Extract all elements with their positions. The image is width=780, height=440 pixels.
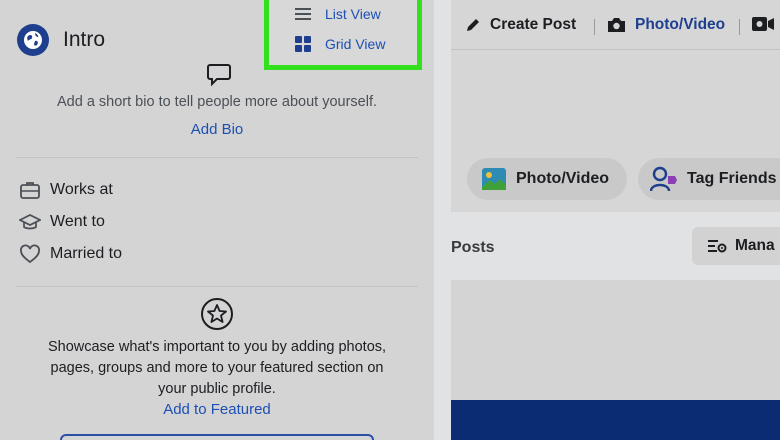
post-cover-band xyxy=(451,400,780,440)
camera-icon xyxy=(607,17,626,33)
create-post-card: Create Post Photo/Video Photo/Video Tag … xyxy=(451,0,780,212)
graduation-cap-icon xyxy=(18,211,42,233)
photo-video-pill[interactable]: Photo/Video xyxy=(467,158,627,200)
pill-label: Photo/Video xyxy=(516,170,610,187)
grid-icon xyxy=(293,35,313,53)
tab-photo-video[interactable]: Photo/Video xyxy=(607,16,725,34)
tab-separator xyxy=(739,19,740,35)
tab-label: Create Post xyxy=(490,16,577,33)
edit-details-button[interactable] xyxy=(60,434,374,440)
post-preview xyxy=(451,280,780,440)
briefcase-icon xyxy=(18,179,42,201)
intro-header: Intro xyxy=(17,24,105,56)
featured-line: pages, groups and more to your featured … xyxy=(50,360,384,376)
manage-label: Mana xyxy=(735,237,775,254)
list-icon xyxy=(293,5,313,23)
tab-create-post[interactable]: Create Post xyxy=(465,16,576,34)
featured-description: Showcase what's important to you by addi… xyxy=(0,337,434,400)
tab-label: Photo/Video xyxy=(635,16,726,33)
heart-icon xyxy=(18,243,42,265)
posts-title: Posts xyxy=(451,239,495,256)
intro-title: Intro xyxy=(63,28,106,51)
featured-line: your public profile. xyxy=(158,381,276,397)
divider xyxy=(16,286,418,287)
tag-friends-icon xyxy=(650,166,678,192)
globe-icon xyxy=(17,24,49,56)
detail-label: Married to xyxy=(50,245,123,262)
detail-label: Works at xyxy=(50,181,113,198)
tab-separator xyxy=(594,19,595,35)
bio-prompt: Add a short bio to tell people more abou… xyxy=(57,94,377,110)
detail-married-to[interactable]: Married to xyxy=(18,243,122,265)
detail-works-at[interactable]: Works at xyxy=(18,179,113,201)
manage-settings-icon xyxy=(707,238,727,254)
grid-view-option[interactable]: Grid View xyxy=(293,35,385,53)
detail-label: Went to xyxy=(50,213,105,230)
pencil-icon xyxy=(465,17,481,33)
star-icon xyxy=(200,297,234,336)
divider xyxy=(16,157,418,158)
pill-label: Tag Friends xyxy=(687,170,777,187)
tag-friends-pill[interactable]: Tag Friends xyxy=(638,158,780,200)
featured-line: Showcase what's important to you by addi… xyxy=(47,339,387,355)
list-view-label: List View xyxy=(325,6,381,22)
add-bio-link[interactable]: Add Bio xyxy=(0,121,434,138)
speech-bubble-icon xyxy=(206,62,232,93)
view-options-menu: List View Grid View xyxy=(264,0,422,70)
composer-tabs: Create Post Photo/Video xyxy=(451,0,780,50)
video-camera-icon xyxy=(751,16,775,32)
posts-header: Posts Mana xyxy=(451,222,780,272)
add-to-featured-link[interactable]: Add to Featured xyxy=(0,401,434,418)
list-view-option[interactable]: List View xyxy=(293,5,381,23)
grid-view-label: Grid View xyxy=(325,36,386,52)
tab-live-video[interactable] xyxy=(751,16,775,32)
manage-posts-button[interactable]: Mana xyxy=(692,227,780,265)
detail-went-to[interactable]: Went to xyxy=(18,211,105,233)
photo-icon xyxy=(481,167,507,191)
